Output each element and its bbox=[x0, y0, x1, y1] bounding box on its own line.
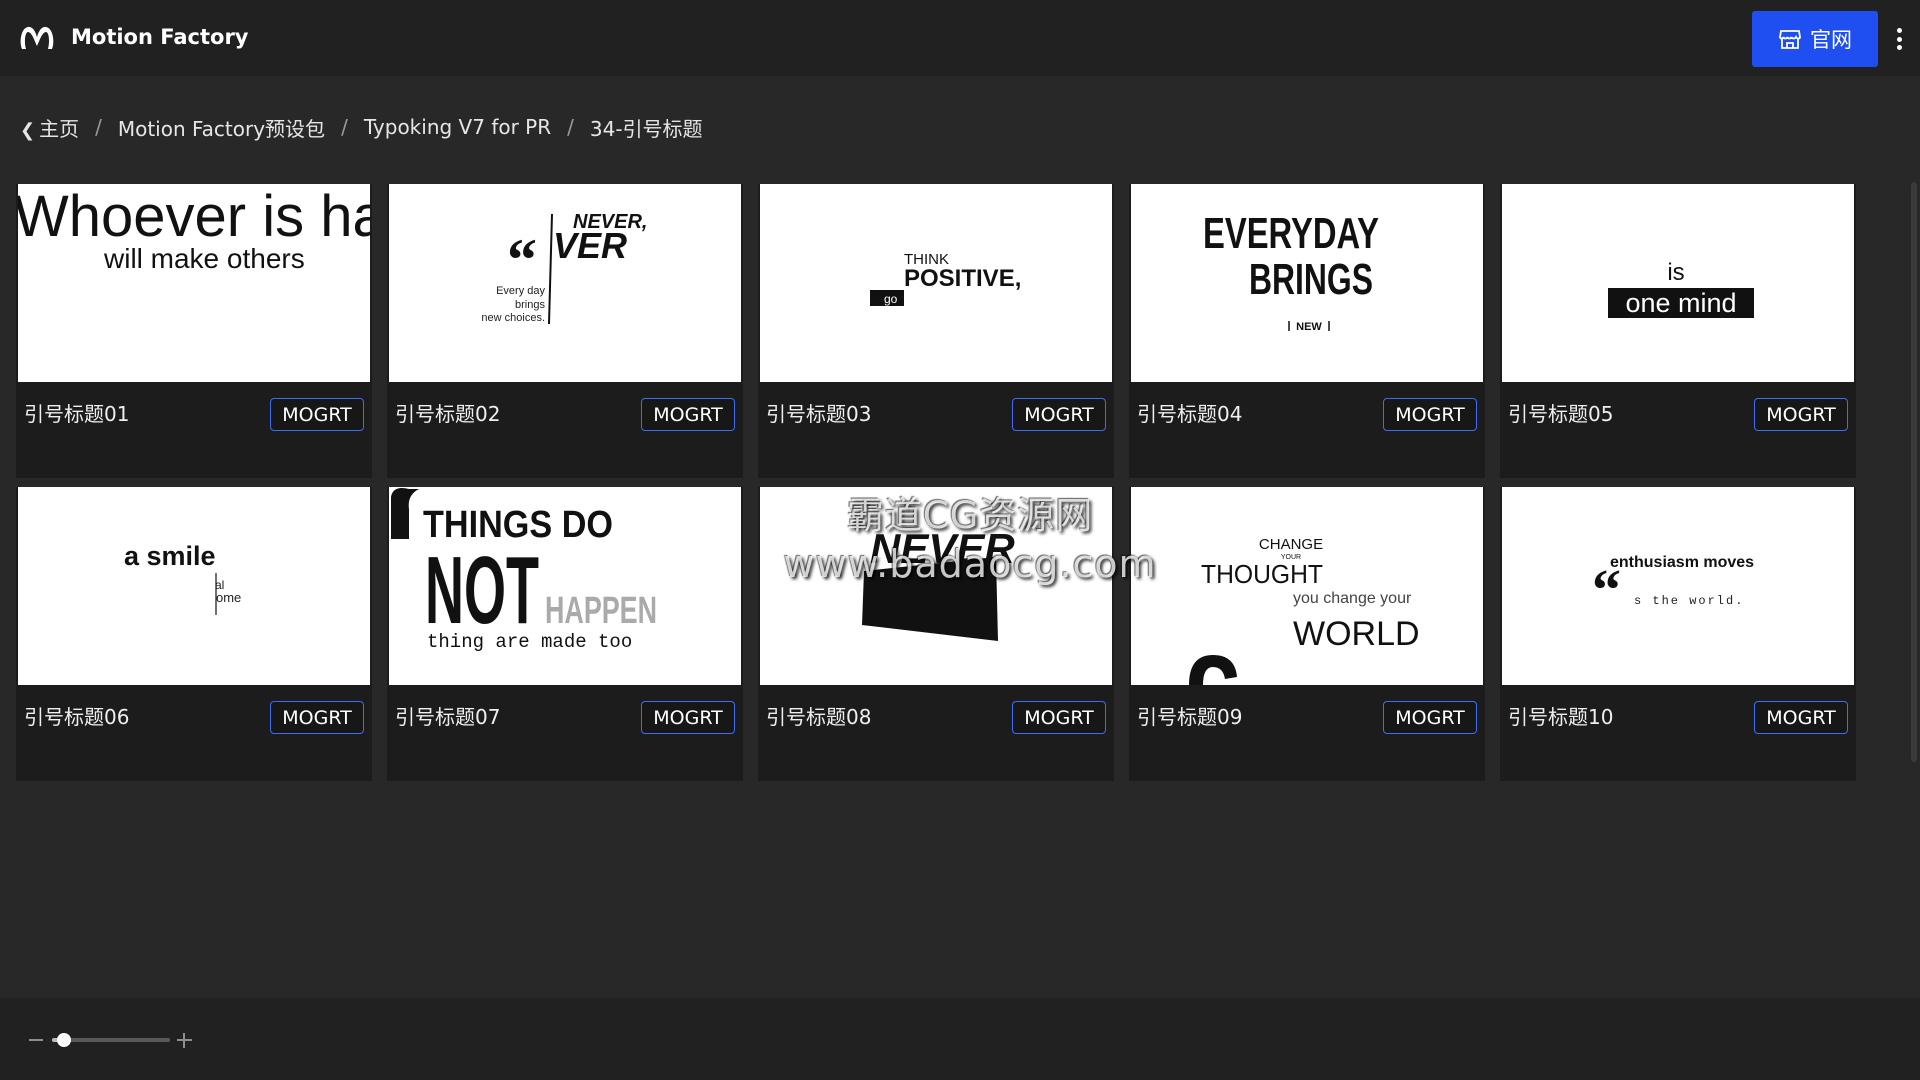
breadcrumb-separator: / bbox=[567, 115, 574, 139]
preset-title: 引号标题03 bbox=[766, 402, 872, 426]
thumb-text: THOUGHT bbox=[1201, 559, 1323, 589]
preset-card[interactable]: enthusiasm moves “ s the world. 引号标题10 M… bbox=[1500, 487, 1856, 781]
chevron-left-icon: ❮ bbox=[20, 119, 36, 141]
zoom-slider-handle[interactable] bbox=[56, 1033, 71, 1047]
thumb-text: will make others bbox=[103, 243, 305, 274]
thumb-text: WORLD bbox=[1293, 615, 1420, 653]
mogrt-badge[interactable]: MOGRT bbox=[1754, 398, 1848, 431]
quote-mark: “ bbox=[1592, 557, 1621, 622]
preset-thumbnail[interactable]: Whoever is ha will make others bbox=[18, 184, 370, 382]
breadcrumb-preset-pack[interactable]: Motion Factory预设包 bbox=[118, 113, 325, 142]
thumb-text: NEW bbox=[1296, 321, 1322, 333]
preset-card[interactable]: EVERYDAY BRINGS NEW 引号标题04 MOGRT bbox=[1129, 184, 1485, 478]
thumb-text: POSITIVE, bbox=[904, 265, 1021, 292]
vertical-scrollbar[interactable] bbox=[1911, 182, 1917, 762]
app-title: Motion Factory bbox=[71, 25, 249, 49]
preset-thumbnail[interactable]: THINGS DO NOT HAPPEN thing are made too bbox=[389, 487, 741, 685]
mogrt-badge[interactable]: MOGRT bbox=[1754, 701, 1848, 734]
breadcrumb-home[interactable]: ❮ 主页 bbox=[20, 113, 79, 142]
breadcrumb-separator: / bbox=[341, 115, 348, 139]
mogrt-badge[interactable]: MOGRT bbox=[1012, 398, 1106, 431]
thumb-text: you change your bbox=[1293, 590, 1412, 607]
preset-thumbnail[interactable]: is one mind bbox=[1502, 184, 1854, 382]
preset-title: 引号标题02 bbox=[395, 402, 501, 426]
mogrt-badge[interactable]: MOGRT bbox=[270, 398, 364, 431]
preset-title: 引号标题07 bbox=[395, 705, 501, 729]
more-dot bbox=[1896, 45, 1902, 50]
top-bar: Motion Factory 官网 bbox=[0, 0, 1920, 76]
thumb-text: go bbox=[884, 292, 898, 306]
preset-thumbnail[interactable]: EVERYDAY BRINGS NEW bbox=[1131, 184, 1483, 382]
preset-card[interactable]: a smile al ome 引号标题06 MOGRT bbox=[16, 487, 372, 781]
preset-card[interactable]: NEVER, VER “ Every day brings new choice… bbox=[387, 184, 743, 478]
preset-title: 引号标题06 bbox=[24, 705, 130, 729]
preset-title: 引号标题10 bbox=[1508, 705, 1614, 729]
mogrt-badge[interactable]: MOGRT bbox=[1012, 701, 1106, 734]
preset-card[interactable]: NEVER 引号标题08 MOGRT bbox=[758, 487, 1114, 781]
zoom-in-icon[interactable] bbox=[177, 1033, 192, 1048]
preset-card[interactable]: Whoever is ha will make others 引号标题01 MO… bbox=[16, 184, 372, 478]
preset-card[interactable]: THINK POSITIVE, go 引号标题03 MOGRT bbox=[758, 184, 1114, 478]
thumb-text: BRINGS bbox=[1249, 255, 1373, 304]
thumb-text: HAPPEN bbox=[545, 590, 657, 632]
mogrt-badge[interactable]: MOGRT bbox=[641, 701, 735, 734]
zoom-out-icon[interactable] bbox=[29, 1039, 43, 1041]
more-options-button[interactable] bbox=[1890, 24, 1908, 54]
preset-thumbnail[interactable]: a smile al ome bbox=[18, 487, 370, 685]
quote-mark: “ bbox=[507, 227, 537, 293]
breadcrumb-typoking[interactable]: Typoking V7 for PR bbox=[364, 115, 551, 139]
thumbnail-size-slider[interactable] bbox=[52, 1033, 170, 1047]
preset-thumbnail[interactable]: NEVER, VER “ Every day brings new choice… bbox=[389, 184, 741, 382]
mogrt-badge[interactable]: MOGRT bbox=[641, 398, 735, 431]
preset-title: 引号标题09 bbox=[1137, 705, 1243, 729]
thumb-text: brings bbox=[515, 299, 545, 311]
mogrt-badge[interactable]: MOGRT bbox=[1383, 398, 1477, 431]
thumb-text: VER bbox=[553, 225, 627, 266]
thumb-text: is bbox=[1667, 259, 1684, 286]
breadcrumb: ❮ 主页 / Motion Factory预设包 / Typoking V7 fo… bbox=[20, 112, 703, 142]
thumb-text: ome bbox=[216, 590, 241, 605]
preset-card[interactable]: CHANGE YOUR THOUGHT you change your WORL… bbox=[1129, 487, 1485, 781]
preset-grid: Whoever is ha will make others 引号标题01 MO… bbox=[16, 184, 1856, 781]
mogrt-badge[interactable]: MOGRT bbox=[1383, 701, 1477, 734]
thumb-text: NOT bbox=[425, 537, 539, 644]
official-site-button[interactable]: 官网 bbox=[1752, 11, 1878, 67]
preset-card[interactable]: THINGS DO NOT HAPPEN thing are made too … bbox=[387, 487, 743, 781]
preset-title: 引号标题01 bbox=[24, 402, 130, 426]
preset-thumbnail[interactable]: enthusiasm moves “ s the world. bbox=[1502, 487, 1854, 685]
thumb-text: thing are made too bbox=[427, 631, 632, 653]
breadcrumb-separator: / bbox=[95, 115, 102, 139]
preset-thumbnail[interactable]: THINK POSITIVE, go bbox=[760, 184, 1112, 382]
breadcrumb-current: 34-引号标题 bbox=[589, 116, 703, 141]
thumb-text: enthusiasm moves bbox=[1610, 554, 1754, 571]
more-dot bbox=[1896, 36, 1902, 42]
preset-thumbnail[interactable]: NEVER bbox=[760, 487, 1112, 685]
thumb-text: one mind bbox=[1625, 288, 1736, 318]
thumb-text: EVERYDAY bbox=[1203, 209, 1379, 258]
mogrt-badge[interactable]: MOGRT bbox=[270, 701, 364, 734]
preset-title: 引号标题05 bbox=[1508, 402, 1614, 426]
bottom-bar bbox=[0, 998, 1920, 1080]
thumb-text: CHANGE bbox=[1259, 536, 1323, 553]
thumb-text: Whoever is ha bbox=[18, 184, 370, 249]
thumb-text: Every day bbox=[496, 285, 545, 297]
thumb-text: s the world. bbox=[1634, 594, 1744, 608]
thumb-text: a smile bbox=[124, 541, 216, 571]
thumb-text: new choices. bbox=[481, 312, 545, 324]
preset-thumbnail[interactable]: CHANGE YOUR THOUGHT you change your WORL… bbox=[1131, 487, 1483, 685]
preset-title: 引号标题04 bbox=[1137, 402, 1243, 426]
preset-card[interactable]: is one mind 引号标题05 MOGRT bbox=[1500, 184, 1856, 478]
official-site-label: 官网 bbox=[1810, 28, 1852, 52]
storefront-icon bbox=[1779, 30, 1801, 49]
more-vertical-icon bbox=[1896, 28, 1902, 33]
breadcrumb-home-label: 主页 bbox=[39, 116, 80, 141]
preset-title: 引号标题08 bbox=[766, 705, 872, 729]
motion-factory-logo[interactable] bbox=[18, 22, 56, 54]
